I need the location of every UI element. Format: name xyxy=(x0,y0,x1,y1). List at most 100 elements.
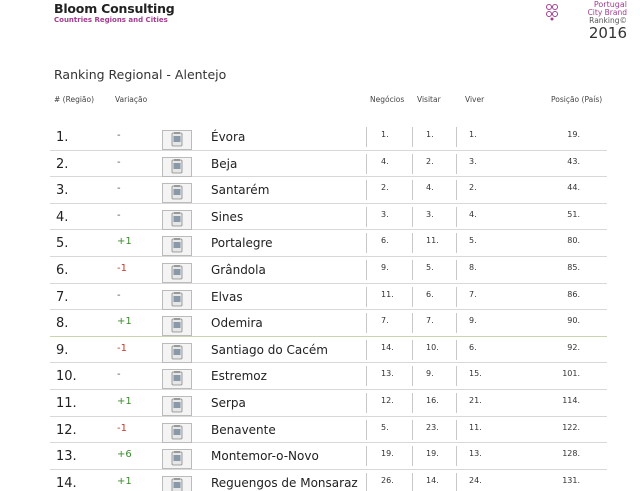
business-cell: 3. xyxy=(381,209,389,219)
column-divider xyxy=(412,313,413,334)
municipality-flag-icon xyxy=(162,422,192,443)
variation-cell: - xyxy=(117,183,121,195)
column-divider xyxy=(456,259,457,280)
column-divider xyxy=(366,286,367,307)
variation-cell: +6 xyxy=(117,449,132,461)
municipality-flag-icon xyxy=(162,475,192,491)
column-divider xyxy=(456,233,457,254)
column-divider xyxy=(412,180,413,201)
column-divider xyxy=(412,419,413,440)
column-divider xyxy=(412,392,413,413)
live-cell: 9. xyxy=(469,316,477,326)
table-row: 4. - Sines 3. 3. 4. 51. xyxy=(50,204,607,231)
column-divider xyxy=(366,392,367,413)
city-name[interactable]: Sines xyxy=(211,210,243,224)
country-position-cell: 44. xyxy=(567,183,580,193)
city-name[interactable]: Montemor-o-Novo xyxy=(211,449,319,463)
column-divider xyxy=(366,419,367,440)
column-divider xyxy=(366,472,367,491)
visit-cell: 11. xyxy=(426,236,439,246)
municipality-flag-icon xyxy=(162,183,192,204)
column-divider xyxy=(412,153,413,174)
city-name[interactable]: Santiago do Cacém xyxy=(211,343,328,357)
business-cell: 7. xyxy=(381,316,389,326)
city-name[interactable]: Serpa xyxy=(211,396,246,410)
live-cell: 21. xyxy=(469,395,482,405)
city-name[interactable]: Elvas xyxy=(211,290,243,304)
municipality-flag-icon xyxy=(162,236,192,257)
business-cell: 11. xyxy=(381,289,394,299)
rank-cell: 7. xyxy=(56,289,69,305)
city-name[interactable]: Évora xyxy=(211,130,245,144)
table-row: 2. - Beja 4. 2. 3. 43. xyxy=(50,151,607,178)
table-row: 12. -1 Benavente 5. 23. 11. 122. xyxy=(50,417,607,444)
rank-cell: 1. xyxy=(56,130,69,145)
column-divider xyxy=(456,180,457,201)
city-name[interactable]: Beja xyxy=(211,157,237,171)
column-divider xyxy=(456,446,457,467)
live-cell: 6. xyxy=(469,342,477,352)
column-divider xyxy=(412,472,413,491)
rank-cell: 12. xyxy=(56,422,77,438)
column-divider xyxy=(412,366,413,387)
column-divider xyxy=(456,127,457,147)
column-divider xyxy=(456,313,457,334)
live-cell: 4. xyxy=(469,209,477,219)
rank-cell: 2. xyxy=(56,156,69,172)
table-row: 10. - Estremoz 13. 9. 15. 101. xyxy=(50,363,607,390)
rank-cell: 5. xyxy=(56,236,69,252)
business-cell: 2. xyxy=(381,183,389,193)
variation-cell: - xyxy=(117,289,121,301)
business-cell: 6. xyxy=(381,236,389,246)
visit-cell: 10. xyxy=(426,342,439,352)
municipality-flag-icon xyxy=(162,342,192,363)
variation-cell: - xyxy=(117,369,121,381)
country-position-cell: 85. xyxy=(567,262,580,272)
column-divider xyxy=(456,206,457,227)
column-divider xyxy=(366,446,367,467)
rank-cell: 3. xyxy=(56,183,69,199)
municipality-flag-icon xyxy=(162,369,192,390)
table-row: 14. +1 Reguengos de Monsaraz 26. 14. 24. 131. xyxy=(50,470,607,491)
visit-cell: 9. xyxy=(426,369,434,379)
column-header-variation: Variação xyxy=(115,95,148,104)
live-cell: 2. xyxy=(469,183,477,193)
rank-cell: 10. xyxy=(56,369,77,385)
column-divider xyxy=(366,259,367,280)
column-divider xyxy=(456,153,457,174)
city-name[interactable]: Portalegre xyxy=(211,236,273,250)
ranking-table: 1. - Évora 1. 1. 1. 19. 2. - Beja 4. 2. 3. 43. 3. - Sant… xyxy=(50,124,607,491)
table-row: 13. +6 Montemor-o-Novo 19. 19. 13. 128. xyxy=(50,443,607,470)
city-name[interactable]: Odemira xyxy=(211,316,263,330)
visit-cell: 1. xyxy=(426,130,434,139)
country-position-cell: 101. xyxy=(562,369,580,379)
column-divider xyxy=(366,313,367,334)
table-row: 6. -1 Grândola 9. 5. 8. 85. xyxy=(50,257,607,284)
variation-cell: - xyxy=(117,156,121,168)
column-divider xyxy=(456,419,457,440)
country-position-cell: 80. xyxy=(567,236,580,246)
city-name[interactable]: Santarém xyxy=(211,183,269,197)
city-name[interactable]: Benavente xyxy=(211,423,276,437)
city-name[interactable]: Estremoz xyxy=(211,369,267,383)
rank-cell: 9. xyxy=(56,342,69,358)
visit-cell: 6. xyxy=(426,289,434,299)
variation-cell: - xyxy=(117,209,121,221)
brand-subtitle: Countries Regions and Cities xyxy=(54,16,168,24)
column-divider xyxy=(456,472,457,491)
rank-cell: 13. xyxy=(56,449,77,465)
country-position-cell: 131. xyxy=(562,475,580,485)
column-divider xyxy=(456,392,457,413)
column-divider xyxy=(412,446,413,467)
country-position-cell: 86. xyxy=(567,289,580,299)
city-name[interactable]: Grândola xyxy=(211,263,266,277)
visit-cell: 19. xyxy=(426,449,439,459)
city-name[interactable]: Reguengos de Monsaraz xyxy=(211,476,358,490)
municipality-flag-icon xyxy=(162,130,192,150)
column-header-country-position: Posição (País) xyxy=(551,95,603,104)
municipality-flag-icon xyxy=(162,316,192,337)
table-row: 9. -1 Santiago do Cacém 14. 10. 6. 92. xyxy=(50,337,607,364)
column-header-rank: # (Região) xyxy=(54,95,95,104)
country-position-cell: 92. xyxy=(567,342,580,352)
live-cell: 15. xyxy=(469,369,482,379)
